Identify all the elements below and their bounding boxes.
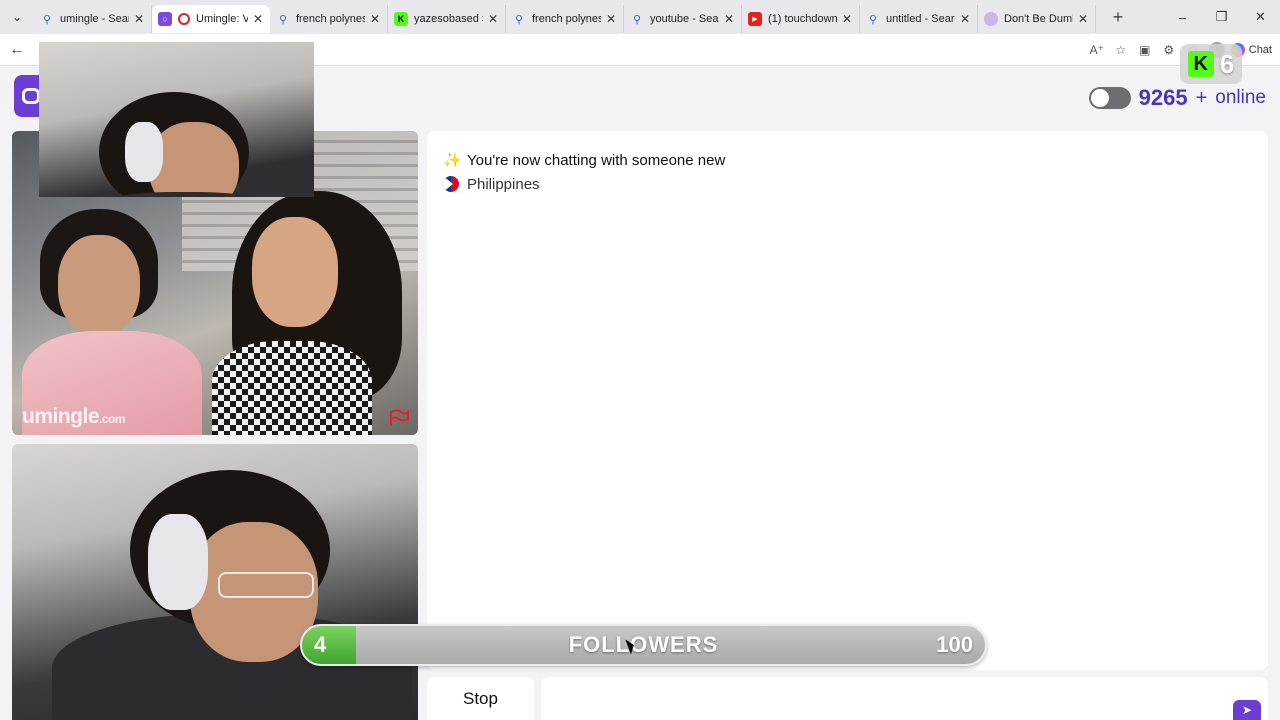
search-icon: ⚲: [632, 13, 642, 26]
search-icon: ⚲: [42, 13, 52, 26]
send-icon: ➤: [1241, 703, 1253, 717]
tab-french-polynesia-2[interactable]: ⚲ french polynesia ✕: [506, 5, 624, 33]
new-tab-button[interactable]: +: [1104, 3, 1132, 31]
stranger-country: Philippines: [467, 175, 540, 193]
followers-label: FOLLOWERS: [568, 632, 719, 657]
online-count: 9265: [1138, 85, 1188, 110]
followers-goal-bar: 4 FOLLOWERS 100: [300, 624, 987, 666]
search-icon: ⚲: [868, 13, 878, 26]
back-button[interactable]: ←: [6, 39, 28, 61]
self-video: [12, 444, 418, 720]
tab-actions-menu[interactable]: ⌄: [0, 0, 34, 34]
close-icon[interactable]: ✕: [133, 12, 145, 26]
arrow-left-icon: ←: [9, 41, 25, 58]
browser-tab-strip: ⌄ ⚲ umingle - Search ✕ ○ Umingle: Video …: [0, 0, 1280, 34]
camera-icon[interactable]: ▣: [1135, 40, 1155, 60]
close-icon[interactable]: ✕: [369, 12, 381, 26]
window-close-icon[interactable]: ✕: [1241, 0, 1280, 34]
search-icon: ⚲: [278, 13, 288, 26]
plus-icon: +: [1112, 6, 1124, 27]
close-icon[interactable]: ✕: [723, 12, 735, 26]
close-icon[interactable]: ✕: [959, 12, 971, 26]
music-favicon: [984, 12, 998, 26]
chat-bubble-icon: [22, 88, 40, 104]
tab-dont-be-dumb[interactable]: Don't Be Dumb ✕: [978, 5, 1096, 33]
search-icon: ⚲: [514, 13, 524, 26]
philippines-flag-icon: [443, 176, 459, 192]
minimize-icon[interactable]: –: [1163, 0, 1202, 34]
tab-youtube-search[interactable]: ⚲ youtube - Search ✕: [624, 5, 742, 33]
chat-panel: ✨ You're now chatting with someone new P…: [427, 131, 1268, 670]
star-icon[interactable]: ☆: [1111, 40, 1131, 60]
youtube-favicon: ▶: [748, 12, 762, 26]
extensions-icon[interactable]: ⚙: [1159, 40, 1179, 60]
window-controls: – ❐ ✕: [1163, 0, 1280, 34]
tab-youtube-video[interactable]: ▶ (1) touchdown c ✕: [742, 5, 860, 33]
theme-toggle[interactable]: [1088, 87, 1131, 109]
close-icon[interactable]: ✕: [841, 12, 853, 26]
tab-umingle-video[interactable]: ○ Umingle: Video ✕: [152, 5, 270, 33]
close-icon[interactable]: ✕: [1077, 12, 1089, 26]
online-label: online: [1215, 87, 1266, 108]
tab-french-polynesia-1[interactable]: ⚲ french polynesia ✕: [270, 5, 388, 33]
close-icon[interactable]: ✕: [605, 12, 617, 26]
headset: [148, 514, 208, 610]
online-plus: +: [1195, 86, 1208, 109]
tab-kick-stream[interactable]: K yazesobased Stre ✕: [388, 5, 506, 33]
recording-icon: [178, 13, 190, 25]
kick-count: 6: [1219, 48, 1235, 79]
followers-current: 4: [314, 632, 327, 657]
kick-follower-badge: K 6: [1180, 44, 1242, 84]
status-message: You're now chatting with someone new: [467, 151, 726, 169]
kick-favicon: K: [394, 12, 408, 26]
umingle-watermark: umingle.com: [22, 405, 126, 428]
close-icon[interactable]: ✕: [487, 12, 499, 26]
read-aloud-icon[interactable]: A⁺: [1087, 40, 1107, 60]
close-icon[interactable]: ✕: [252, 12, 264, 26]
streamer-webcam-overlay: [39, 42, 314, 197]
sparkles-icon: ✨: [443, 152, 462, 169]
glasses: [218, 572, 314, 598]
tab-umingle-search[interactable]: ⚲ umingle - Search ✕: [34, 5, 152, 33]
chevron-down-icon: ⌄: [11, 10, 23, 24]
stop-button[interactable]: Stop: [427, 677, 534, 720]
umingle-favicon: ○: [158, 12, 172, 26]
system-message: ✨ You're now chatting with someone new P…: [443, 148, 725, 196]
tab-untitled-search[interactable]: ⚲ untitled - Search ✕: [860, 5, 978, 33]
umingle-page: 9265 + online umingle.com ✨ You're now c…: [0, 42, 1280, 720]
followers-goal: 100: [936, 632, 973, 657]
send-button[interactable]: ➤: [1233, 700, 1261, 720]
online-indicator: 9265 + online: [1088, 85, 1266, 111]
kick-logo: K: [1187, 51, 1214, 77]
restore-icon[interactable]: ❐: [1202, 0, 1241, 34]
report-flag-icon[interactable]: [388, 409, 410, 427]
message-input[interactable]: [541, 677, 1268, 720]
